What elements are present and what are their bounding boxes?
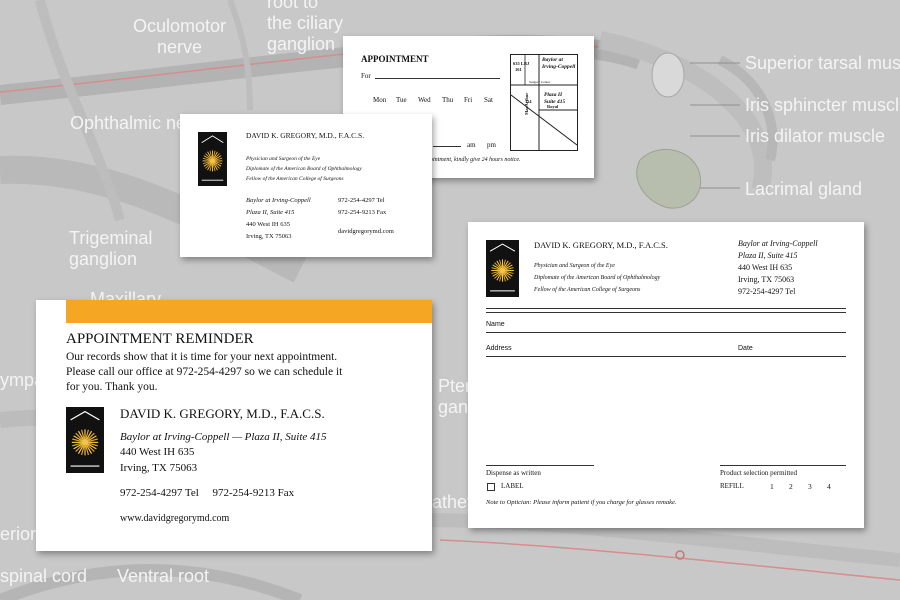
refill-option[interactable]: 2: [789, 482, 793, 491]
divider-line: [486, 308, 846, 309]
reminder-city: Irving, TX 75063: [120, 462, 198, 474]
map-road-161: 161: [515, 67, 522, 72]
product-line: [720, 465, 846, 466]
checkbox-label: LABEL: [501, 482, 524, 490]
label-ventral-root: Ventral root: [117, 566, 210, 586]
address-line: Irving, TX 75063: [246, 233, 292, 240]
label-iris-sphincter: Iris sphincter muscl: [745, 95, 900, 115]
dispense-label: Dispense as written: [486, 469, 541, 477]
label-pter: Pter gan: [438, 376, 472, 417]
divider-line: [486, 312, 846, 313]
reminder-body-line: Our records show that it is time for you…: [66, 351, 338, 363]
website-text: davidgregorymd.com: [338, 228, 394, 235]
day-mon: Mon: [373, 96, 387, 104]
notice-text: ointment, kindly give 24 hours notice.: [430, 157, 521, 163]
fax-text: 972-254-9213 Fax: [338, 209, 387, 216]
rx-address-line: Plaza II, Suite 415: [738, 251, 798, 260]
label-superior-tarsal: Superior tarsal mus: [745, 53, 900, 73]
day-sat: Sat: [484, 96, 493, 104]
refill-option[interactable]: 1: [770, 482, 774, 491]
day-fri: Fri: [464, 96, 473, 104]
eye-logo: [486, 240, 519, 297]
rx-credential-line: Diplomate of the American Board of Ophth…: [534, 275, 661, 281]
map-location: Baylor at Irving-Coppell: [542, 57, 576, 70]
name-label: Name: [486, 321, 505, 328]
label-oculomotor-nerve: Oculomotor nerve: [133, 16, 227, 57]
reminder-body-line: Please call our office at 972-254-4297 s…: [66, 366, 343, 378]
optician-note: Note to Optician: Please inform patient …: [486, 499, 677, 506]
pm-label: pm: [487, 141, 496, 149]
label-checkbox[interactable]: [487, 483, 495, 491]
label-trigeminal: Trigeminal ganglion: [69, 228, 153, 269]
appointment-title: APPOINTMENT: [361, 54, 429, 64]
business-card: DAVID K. GREGORY, M.D., F.A.C.S. Physici…: [180, 114, 432, 257]
reminder-phones: 972-254-4297 Tel 972-254-9213 Fax: [120, 487, 295, 499]
credential-line: Fellow of the American College of Surgeo…: [246, 176, 344, 182]
rx-address-line: 440 West IH 635: [738, 263, 793, 272]
address-line: 440 West IH 635: [246, 221, 290, 228]
name-line: [486, 332, 846, 333]
day-wed: Wed: [418, 96, 431, 104]
label-spinal-cord: spinal cord: [0, 566, 88, 586]
reminder-website: www.davidgregorymd.com: [120, 513, 230, 524]
phone-text: 972-254-4297 Tel: [338, 197, 385, 204]
map-road-635: 635 LBJ: [513, 61, 530, 66]
location-map: Baylor at Irving-Coppell Plaza II Suite 41…: [510, 54, 578, 151]
day-tue: Tue: [396, 96, 407, 104]
am-label: am: [467, 141, 476, 149]
prescription-card: DAVID K. GREGORY, M.D., F.A.C.S. Physici…: [468, 222, 864, 528]
reminder-card: APPOINTMENT REMINDER Our records show th…: [36, 300, 432, 551]
product-label: Product selection permitted: [720, 469, 797, 477]
map-surgery: Surgery Center: [529, 80, 551, 84]
sunburst-icon: [70, 410, 100, 467]
sunburst-icon: [201, 135, 224, 181]
time-line: [433, 146, 461, 147]
reminder-street: 440 West IH 635: [120, 446, 195, 458]
rx-doctor-name: DAVID K. GREGORY, M.D., F.A.C.S.: [534, 240, 668, 250]
map-road-royal: Royal: [547, 104, 559, 109]
reminder-title: APPOINTMENT REMINDER: [66, 331, 254, 347]
for-label: For: [361, 72, 371, 80]
map-road-114: 114: [525, 99, 532, 104]
address-line: Baylor at Irving-Coppell: [246, 197, 311, 204]
rx-address-line: Baylor at Irving-Coppell: [738, 239, 818, 248]
address-line: Plaza II, Suite 415: [246, 209, 295, 216]
label-ciliary-ganglion: root to the ciliary ganglion: [267, 0, 344, 54]
accent-bar: [66, 300, 432, 323]
credential-line: Physician and Surgeon of the Eye: [246, 156, 321, 162]
dispense-line: [486, 465, 594, 466]
reminder-doctor-name: DAVID K. GREGORY, M.D., F.A.C.S.: [120, 406, 325, 421]
rx-credential-line: Physician and Surgeon of the Eye: [534, 263, 615, 269]
rx-credential-line: Fellow of the American College of Surgeo…: [534, 287, 641, 293]
date-label: Date: [738, 345, 753, 352]
rx-address-line: Irving, TX 75063: [738, 275, 795, 284]
address-line: [486, 356, 846, 357]
rx-phone: 972-254-4297 Tel: [738, 287, 796, 296]
address-label: Address: [486, 345, 512, 352]
sunburst-icon: [489, 243, 516, 292]
for-line: [375, 78, 500, 79]
label-iris-dilator: Iris dilator muscle: [745, 126, 886, 146]
credential-line: Diplomate of the American Board of Ophth…: [246, 166, 362, 172]
refill-option[interactable]: 3: [808, 482, 812, 491]
eye-logo: [198, 132, 227, 186]
refill-label: REFILL: [720, 482, 744, 490]
refill-option[interactable]: 4: [827, 482, 831, 491]
reminder-address: Baylor at Irving-Coppell — Plaza II, Sui…: [120, 431, 327, 443]
eye-logo: [66, 407, 104, 473]
day-thu: Thu: [442, 96, 454, 104]
reminder-body-line: for you. Thank you.: [66, 381, 158, 393]
label-athet: athet: [432, 492, 473, 512]
label-ophthalmic: Ophthalmic ne: [70, 113, 187, 133]
doctor-name: DAVID K. GREGORY, M.D., F.A.C.S.: [246, 131, 365, 140]
label-lacrimal-gland: Lacrimal gland: [745, 179, 863, 199]
